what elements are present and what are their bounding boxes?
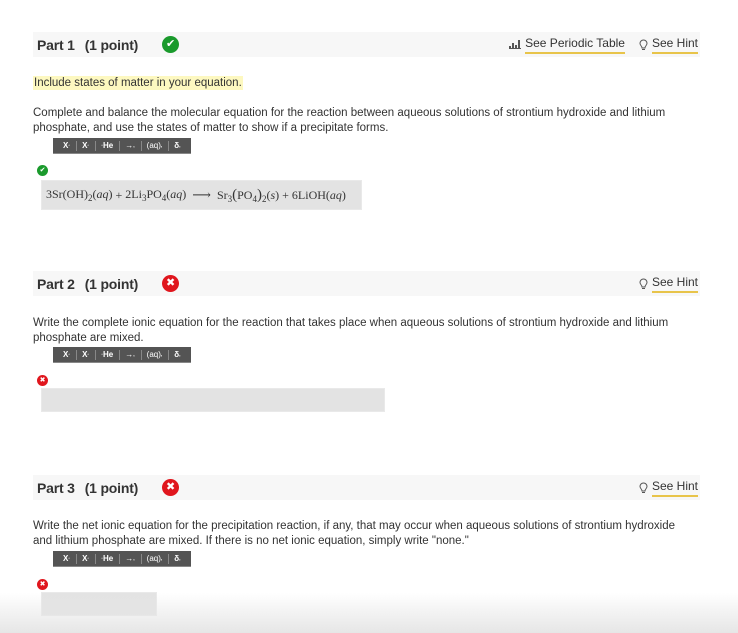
periodic-table-icon	[509, 38, 522, 52]
delta-button[interactable]: δ,	[168, 347, 186, 363]
formula: LiOH	[297, 187, 326, 202]
plus-sign: +	[282, 187, 289, 202]
formula: PO	[146, 187, 162, 201]
superscript-button[interactable]: X ▫	[57, 347, 76, 363]
superscript-button[interactable]: X ▫	[57, 138, 76, 154]
isotope-label: He	[103, 554, 114, 563]
formula: Sr	[216, 187, 228, 202]
part-1-answer-field[interactable]: 3Sr(OH)2(aq) + 2Li3PO4(aq) ⟶ Sr3(PO4)2(s…	[41, 180, 362, 210]
formula: Sr(OH)	[52, 187, 88, 201]
arrow-dropdown-icon: ,	[133, 351, 135, 358]
see-hint-label: See Hint	[651, 479, 698, 497]
part-1-title: Part 1 (1 point)	[33, 37, 138, 53]
plus-sign: +	[115, 187, 123, 202]
part-2-points: (1 point)	[84, 275, 139, 292]
part-3-points: (1 point)	[84, 479, 139, 496]
arrow-label: →	[125, 141, 134, 150]
state-of-matter-button[interactable]: (aq),	[140, 138, 169, 154]
part-1-header: Part 1 (1 point) ✔ See Periodic Table See…	[33, 32, 700, 57]
arrow-button[interactable]: →,	[119, 138, 140, 154]
part-3-links: See Hint	[639, 479, 700, 497]
part-3-title: Part 3 (1 point)	[33, 480, 138, 496]
state: aq	[170, 187, 183, 201]
isotope-button[interactable]: ▫ He	[95, 551, 119, 567]
part-2-answer-field[interactable]	[41, 388, 385, 412]
state-label: (aq)	[146, 554, 161, 563]
isotope-button[interactable]: ▫ He	[95, 347, 119, 363]
part-3-header: Part 3 (1 point) ✖ See Hint	[33, 475, 700, 500]
state: aq	[329, 187, 342, 202]
part-1-question: Complete and balance the molecular equat…	[33, 107, 666, 134]
subscript: 2	[261, 193, 267, 204]
isotope-button[interactable]: ▫ He	[95, 138, 119, 154]
part-3-question: Write the net ionic equation for the pre…	[33, 520, 676, 547]
correct-check-icon: ✔	[162, 36, 180, 53]
delta-dropdown-icon: ,	[179, 555, 181, 562]
state-label: (aq)	[146, 350, 161, 359]
part-2-equation-toolbar: X ▫ X ▫ ▫ He →, (aq), δ,	[53, 347, 191, 363]
lightbulb-icon	[639, 482, 648, 493]
incorrect-x-icon: ✖	[162, 479, 180, 496]
reactant-1: 3Sr(OH)2(aq)	[46, 187, 113, 203]
see-hint-link[interactable]: See Hint	[639, 479, 698, 497]
part-1-links: See Periodic Table See Hint	[509, 36, 700, 54]
superscript-button[interactable]: X ▫	[57, 551, 76, 567]
state-dropdown-icon: ,	[160, 142, 163, 149]
formula: PO	[237, 187, 253, 202]
state: aq	[96, 187, 109, 201]
state: s	[270, 187, 276, 202]
arrow-label: →	[125, 350, 134, 359]
state-of-matter-button[interactable]: (aq),	[140, 347, 169, 363]
subscript-button[interactable]: X ▫	[76, 138, 95, 154]
state-of-matter-button[interactable]: (aq),	[140, 551, 169, 567]
delta-dropdown-icon: ,	[179, 142, 181, 149]
see-periodic-table-label: See Periodic Table	[525, 36, 625, 54]
subscript: 2	[88, 193, 93, 203]
delta-button[interactable]: δ,	[168, 138, 186, 154]
see-hint-link[interactable]: See Hint	[639, 275, 698, 293]
part-1-answer-correct-icon: ✔	[37, 165, 48, 176]
delta-button[interactable]: δ,	[168, 551, 186, 567]
see-hint-label: See Hint	[651, 36, 698, 54]
reactant-2: 2Li3PO4(aq)	[125, 187, 187, 203]
part-1-equation-toolbar: X ▫ X ▫ ▫ He →, (aq), δ,	[53, 138, 191, 154]
states-of-matter-note: Include states of matter in your equatio…	[33, 76, 243, 90]
product-2: 6LiOH(aq)	[291, 187, 346, 202]
state-dropdown-icon: ,	[160, 351, 163, 358]
part-1-points: (1 point)	[84, 36, 139, 53]
arrow-button[interactable]: →,	[119, 551, 140, 567]
part-2-header: Part 2 (1 point) ✖ See Hint	[33, 271, 700, 296]
formula: Li	[131, 187, 142, 201]
see-hint-label: See Hint	[651, 275, 698, 293]
subscript-button[interactable]: X ▫	[76, 347, 95, 363]
incorrect-x-icon: ✖	[162, 275, 180, 292]
state-label: (aq)	[146, 141, 161, 150]
arrow-label: →	[125, 554, 134, 563]
state-dropdown-icon: ,	[160, 555, 163, 562]
part-2-links: See Hint	[639, 275, 700, 293]
isotope-label: He	[103, 141, 114, 150]
subscript-button[interactable]: X ▫	[76, 551, 95, 567]
part-2-answer-incorrect-icon: ✖	[37, 375, 48, 386]
see-hint-link[interactable]: See Hint	[639, 36, 698, 54]
lightbulb-icon	[639, 278, 648, 289]
see-periodic-table-link[interactable]: See Periodic Table	[509, 36, 625, 54]
lightbulb-icon	[639, 39, 648, 50]
part-2-label: Part 2	[37, 275, 75, 292]
reaction-arrow: ⟶	[192, 187, 211, 202]
arrow-dropdown-icon: ,	[133, 142, 135, 149]
delta-dropdown-icon: ,	[179, 351, 181, 358]
arrow-button[interactable]: →,	[119, 347, 140, 363]
arrow-dropdown-icon: ,	[133, 555, 135, 562]
part-3-label: Part 3	[37, 479, 75, 496]
part-1-label: Part 1	[37, 36, 75, 53]
part-2-title: Part 2 (1 point)	[33, 276, 138, 292]
part-3-equation-toolbar: X ▫ X ▫ ▫ He →, (aq), δ,	[53, 551, 191, 567]
part-3-answer-field[interactable]	[41, 592, 157, 616]
product-1: Sr3(PO4)2(s)	[216, 186, 280, 204]
part-2-question: Write the complete ionic equation for th…	[33, 317, 669, 344]
isotope-label: He	[103, 350, 114, 359]
subscript: 4	[161, 193, 167, 203]
part-3-answer-incorrect-icon: ✖	[37, 579, 48, 590]
